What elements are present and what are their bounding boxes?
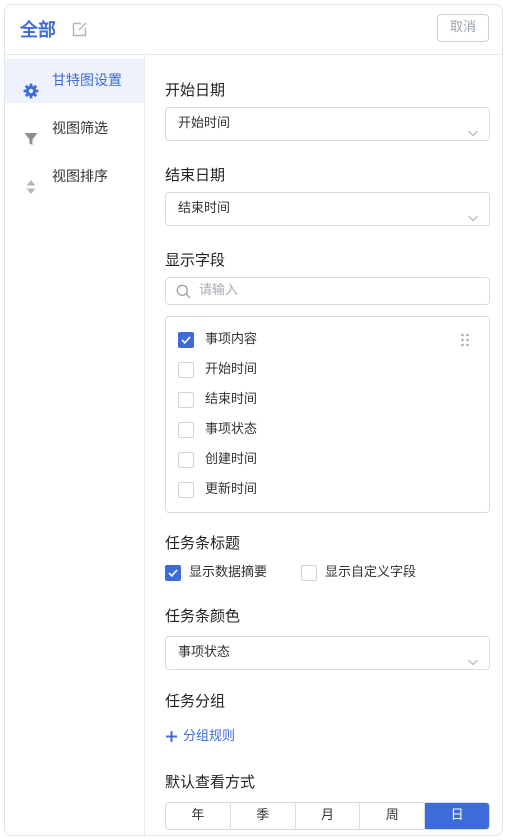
checkbox[interactable] — [178, 392, 194, 408]
checkbox[interactable] — [178, 452, 194, 468]
field-label: 结束时间 — [205, 392, 258, 407]
option-label: 显示自定义字段 — [325, 565, 417, 580]
list-item[interactable]: 结束时间 — [178, 390, 478, 410]
view-option-quarter[interactable]: 季 — [230, 803, 296, 829]
bar-color-select[interactable]: 事项状态 — [165, 636, 490, 670]
field-label: 事项内容 — [205, 332, 258, 347]
gantt-settings-panel: 全部 取消 甘特图设置 视图筛选 视图排序 开始日期 开始时间 结束日期 结束时… — [4, 4, 503, 836]
settings-sidebar: 甘特图设置 视图筛选 视图排序 — [5, 55, 145, 835]
list-item[interactable]: 创建时间 — [178, 450, 478, 470]
checkbox[interactable] — [165, 565, 181, 581]
default-view-segmented-control: 年 季 月 周 日 — [165, 802, 490, 830]
checkbox[interactable] — [178, 422, 194, 438]
sidebar-item-gantt-settings[interactable]: 甘特图设置 — [5, 59, 144, 103]
default-view-label: 默认查看方式 — [165, 773, 256, 791]
field-label: 开始时间 — [205, 362, 258, 377]
sidebar-item-view-filter[interactable]: 视图筛选 — [5, 107, 144, 151]
checkbox[interactable] — [178, 332, 194, 348]
edit-icon[interactable] — [71, 20, 89, 38]
field-search-input[interactable]: 请输入 — [165, 277, 490, 305]
show-custom-field-option[interactable]: 显示自定义字段 — [301, 563, 441, 583]
panel-header: 全部 取消 — [5, 5, 502, 55]
view-option-year[interactable]: 年 — [166, 803, 231, 829]
select-value: 事项状态 — [178, 645, 231, 660]
cancel-button[interactable]: 取消 — [437, 14, 489, 42]
chevron-down-icon — [467, 119, 479, 137]
search-icon — [176, 284, 191, 299]
start-date-select[interactable]: 开始时间 — [165, 107, 490, 141]
sidebar-item-label: 视图筛选 — [52, 121, 108, 137]
bar-color-label: 任务条颜色 — [165, 607, 241, 625]
list-item[interactable]: 开始时间 — [178, 360, 478, 380]
sort-icon — [23, 169, 39, 194]
add-group-rule-button[interactable]: 分组规则 — [165, 727, 255, 747]
checkbox[interactable] — [178, 362, 194, 378]
grouping-label: 任务分组 — [165, 692, 226, 710]
plus-icon — [165, 730, 178, 743]
gear-icon — [23, 73, 39, 99]
option-label: 显示数据摘要 — [189, 565, 268, 580]
filter-icon — [23, 121, 39, 145]
field-label: 创建时间 — [205, 452, 258, 467]
select-value: 结束时间 — [178, 201, 231, 216]
sidebar-item-label: 甘特图设置 — [52, 73, 122, 89]
display-fields-label: 显示字段 — [165, 251, 226, 269]
end-date-label: 结束日期 — [165, 166, 226, 184]
chevron-down-icon — [467, 648, 479, 666]
list-item[interactable]: 事项状态 — [178, 420, 478, 440]
sidebar-item-view-sort[interactable]: 视图排序 — [5, 155, 144, 199]
view-option-week[interactable]: 周 — [360, 803, 426, 829]
field-label: 事项状态 — [205, 422, 258, 437]
start-date-label: 开始日期 — [165, 81, 226, 99]
view-title: 全部 — [20, 20, 56, 41]
drag-handle-icon[interactable] — [460, 332, 470, 348]
bar-title-label: 任务条标题 — [165, 534, 241, 552]
search-placeholder: 请输入 — [199, 283, 239, 298]
field-label: 更新时间 — [205, 482, 258, 497]
list-item[interactable]: 更新时间 — [178, 480, 478, 500]
sidebar-item-label: 视图排序 — [52, 169, 108, 185]
chevron-down-icon — [467, 204, 479, 222]
end-date-select[interactable]: 结束时间 — [165, 192, 490, 226]
list-item[interactable]: 事项内容 — [178, 330, 478, 350]
checkbox[interactable] — [178, 482, 194, 498]
show-summary-option[interactable]: 显示数据摘要 — [165, 563, 295, 583]
view-option-day[interactable]: 日 — [425, 803, 489, 829]
add-group-rule-label: 分组规则 — [183, 729, 236, 744]
display-field-list: 事项内容 开始时间 结束时间 事项状态 创建时间 更新时间 — [165, 316, 490, 513]
view-option-month[interactable]: 月 — [295, 803, 361, 829]
checkbox[interactable] — [301, 565, 317, 581]
select-value: 开始时间 — [178, 116, 231, 131]
